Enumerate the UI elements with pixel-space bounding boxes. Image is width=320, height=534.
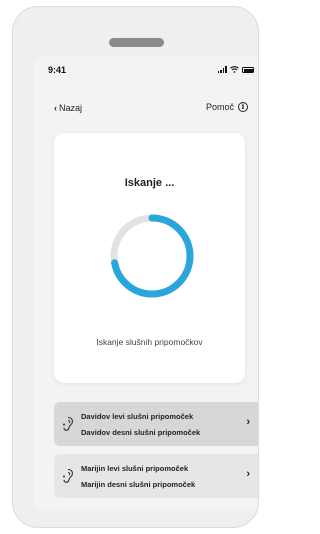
hearing-aid-icon [63, 468, 73, 483]
signal-icon [217, 66, 227, 73]
nav-bar: ‹ Nazaj Pomoč i [34, 96, 258, 114]
hearing-aid-icon [63, 416, 73, 431]
wifi-icon [230, 66, 239, 73]
back-button[interactable]: ‹ Nazaj [54, 103, 82, 113]
device-right-label: Marijin desni slušni pripomoček [81, 480, 196, 489]
app-screen: 9:41 ‹ Nazaj Pomoč i Iskanje ... Iskanje… [34, 56, 258, 510]
status-time: 9:41 [48, 65, 67, 75]
search-status: Iskanje slušnih pripomočkov [96, 337, 203, 347]
chevron-left-icon: ‹ [54, 102, 57, 113]
search-card: Iskanje ... Iskanje slušnih pripomočkov [54, 133, 245, 383]
device-left-label: Marijin levi slušni pripomoček [81, 464, 189, 473]
status-bar: 9:41 [34, 56, 258, 78]
info-icon: i [238, 102, 248, 112]
help-label: Pomoč [205, 102, 234, 112]
chevron-right-icon: › [246, 416, 250, 428]
loading-spinner [110, 214, 194, 298]
chevron-right-icon: › [246, 468, 250, 480]
device-pair-card-david[interactable]: Davidov levi slušni pripomoček Davidov d… [54, 402, 258, 446]
device-right-label: Davidov desni slušni pripomoček [81, 428, 201, 437]
battery-icon [242, 67, 254, 73]
phone-frame: 9:41 ‹ Nazaj Pomoč i Iskanje ... Iskanje… [12, 6, 259, 528]
device-pair-card-marija[interactable]: Marijin levi slušni pripomoček Marijin d… [54, 454, 258, 498]
device-left-label: Davidov levi slušni pripomoček [81, 412, 194, 421]
help-button[interactable]: Pomoč i [206, 102, 248, 112]
phone-speaker [109, 38, 164, 47]
search-title: Iskanje ... [124, 177, 175, 189]
status-icons [217, 65, 254, 73]
back-label: Nazaj [59, 103, 83, 113]
